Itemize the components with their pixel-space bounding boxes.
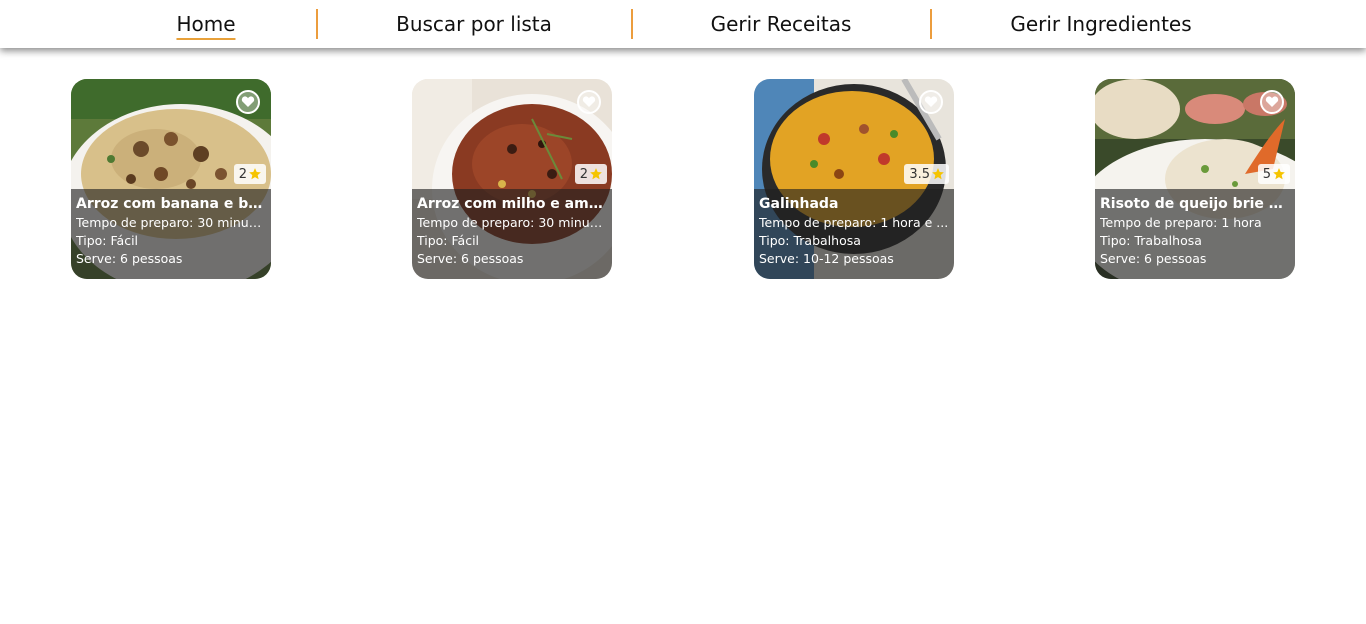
recipe-difficulty: Tipo: Fácil — [76, 233, 139, 248]
recipe-title: Galinhada — [759, 196, 839, 212]
heart-icon — [1265, 96, 1279, 107]
star-icon — [932, 168, 944, 180]
rating-value: 2 — [238, 166, 247, 182]
favorite-button[interactable] — [919, 90, 943, 114]
recipe-difficulty: Tipo: Trabalhosa — [759, 233, 861, 248]
star-icon — [590, 168, 602, 180]
recipe-info-panel: Risoto de queijo brie co... Tempo de pre… — [1095, 189, 1295, 279]
recipe-servings: Serve: 6 pessoas — [1100, 251, 1207, 266]
nav-home[interactable]: Home — [176, 10, 236, 40]
recipe-prep-time: Tempo de preparo: 30 minutos — [417, 215, 607, 230]
rating-value: 3.5 — [909, 166, 930, 182]
nav-buscar-por-lista[interactable]: Buscar por lista — [396, 10, 552, 38]
nav-gerir-receitas[interactable]: Gerir Receitas — [711, 10, 852, 38]
nav-separator — [930, 9, 932, 39]
recipe-card[interactable]: 3.5 Galinhada Tempo de preparo: 1 hora e… — [754, 79, 954, 279]
star-icon — [249, 168, 261, 180]
recipe-card[interactable]: 2 Arroz com banana e ba... Tempo de prep… — [71, 79, 271, 279]
star-icon — [1273, 168, 1285, 180]
favorite-button[interactable] — [1260, 90, 1284, 114]
heart-icon — [241, 96, 255, 107]
nav-gerir-ingredientes[interactable]: Gerir Ingredientes — [1010, 10, 1191, 38]
recipe-title: Arroz com banana e ba... — [76, 196, 266, 212]
recipe-card[interactable]: 2 Arroz com milho e amei... Tempo de pre… — [412, 79, 612, 279]
nav-separator — [631, 9, 633, 39]
recipe-difficulty: Tipo: Trabalhosa — [1100, 233, 1202, 248]
recipe-servings: Serve: 6 pessoas — [417, 251, 524, 266]
nav-separator — [316, 9, 318, 39]
recipe-info-panel: Arroz com milho e amei... Tempo de prepa… — [412, 189, 612, 279]
recipe-info-panel: Arroz com banana e ba... Tempo de prepar… — [71, 189, 271, 279]
rating-badge: 2 — [233, 164, 266, 184]
recipe-title: Risoto de queijo brie co... — [1100, 196, 1290, 212]
rating-badge: 5 — [1257, 164, 1290, 184]
rating-value: 5 — [1262, 166, 1271, 182]
recipe-prep-time: Tempo de preparo: 30 minutos — [76, 215, 266, 230]
recipe-prep-time: Tempo de preparo: 1 hora e ... — [759, 215, 949, 230]
heart-icon — [582, 96, 596, 107]
recipe-title: Arroz com milho e amei... — [417, 196, 607, 212]
favorite-button[interactable] — [577, 90, 601, 114]
rating-badge: 2 — [574, 164, 607, 184]
top-navbar: Home Buscar por lista Gerir Receitas Ger… — [0, 0, 1366, 48]
recipe-card[interactable]: 5 Risoto de queijo brie co... Tempo de p… — [1095, 79, 1295, 279]
favorite-button[interactable] — [236, 90, 260, 114]
rating-badge: 3.5 — [904, 164, 949, 184]
recipe-servings: Serve: 6 pessoas — [76, 251, 183, 266]
recipe-info-panel: Galinhada Tempo de preparo: 1 hora e ...… — [754, 189, 954, 279]
recipe-prep-time: Tempo de preparo: 1 hora — [1100, 215, 1262, 230]
rating-value: 2 — [579, 166, 588, 182]
recipe-difficulty: Tipo: Fácil — [417, 233, 480, 248]
recipe-servings: Serve: 10-12 pessoas — [759, 251, 894, 266]
heart-icon — [924, 96, 938, 107]
